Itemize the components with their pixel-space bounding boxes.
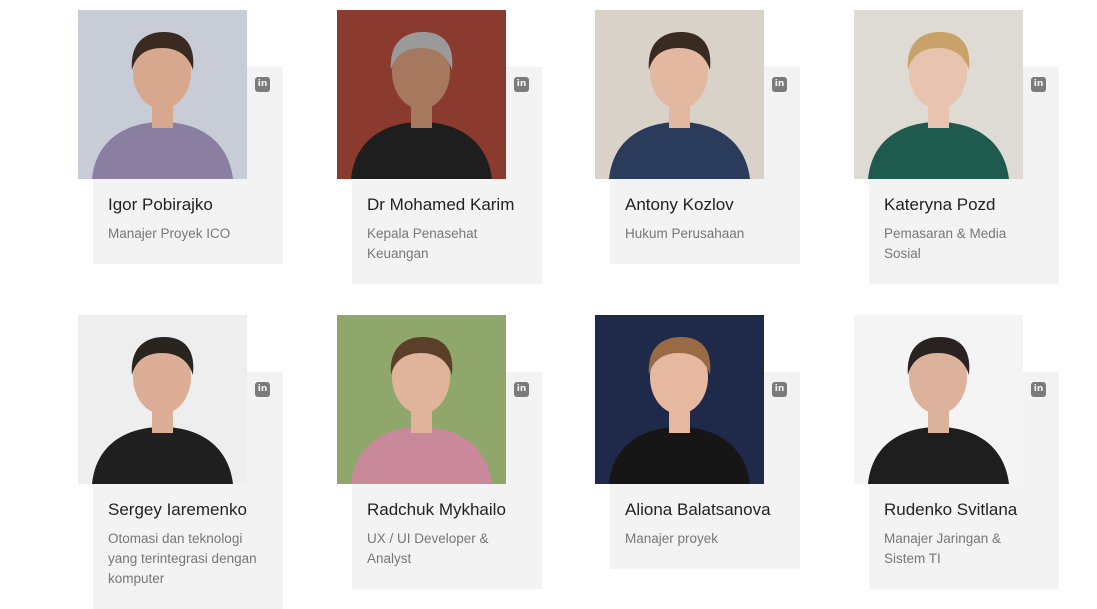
member-role: Otomasi dan teknologi yang terintegrasi … [108,531,257,586]
linkedin-icon[interactable]: in [514,77,529,92]
linkedin-icon[interactable]: in [1031,382,1046,397]
member-role: Manajer Jaringan & Sistem TI [884,531,1002,566]
member-role: Kepala Penasehat Keuangan [367,226,478,261]
member-photo [595,10,764,179]
member-role: Manajer proyek [625,531,719,546]
member-name: Sergey Iaremenko [108,500,247,519]
member-name: Kateryna Pozd [884,195,996,214]
member-photo [854,10,1023,179]
member-role: Pemasaran & Media Sosial [884,226,1007,261]
member-photo [854,315,1023,484]
linkedin-icon[interactable]: in [514,382,529,397]
member-name: Radchuk Mykhailo [367,500,506,519]
member-role: UX / UI Developer & Analyst [367,531,489,566]
member-photo [78,10,247,179]
member-photo [78,315,247,484]
linkedin-icon[interactable]: in [772,77,787,92]
linkedin-icon[interactable]: in [255,382,270,397]
member-photo [337,10,506,179]
member-name: Dr Mohamed Karim [367,195,515,214]
member-name: Antony Kozlov [625,195,734,214]
member-role: Manajer Proyek ICO [108,226,231,241]
linkedin-icon[interactable]: in [255,77,270,92]
linkedin-icon[interactable]: in [1031,77,1046,92]
member-name: Rudenko Svitlana [884,500,1018,519]
member-name: Aliona Balatsanova [625,500,771,519]
member-role: Hukum Perusahaan [625,226,745,241]
linkedin-icon[interactable]: in [772,382,787,397]
member-name: Igor Pobirajko [108,195,213,214]
member-photo [337,315,506,484]
member-photo [595,315,764,484]
